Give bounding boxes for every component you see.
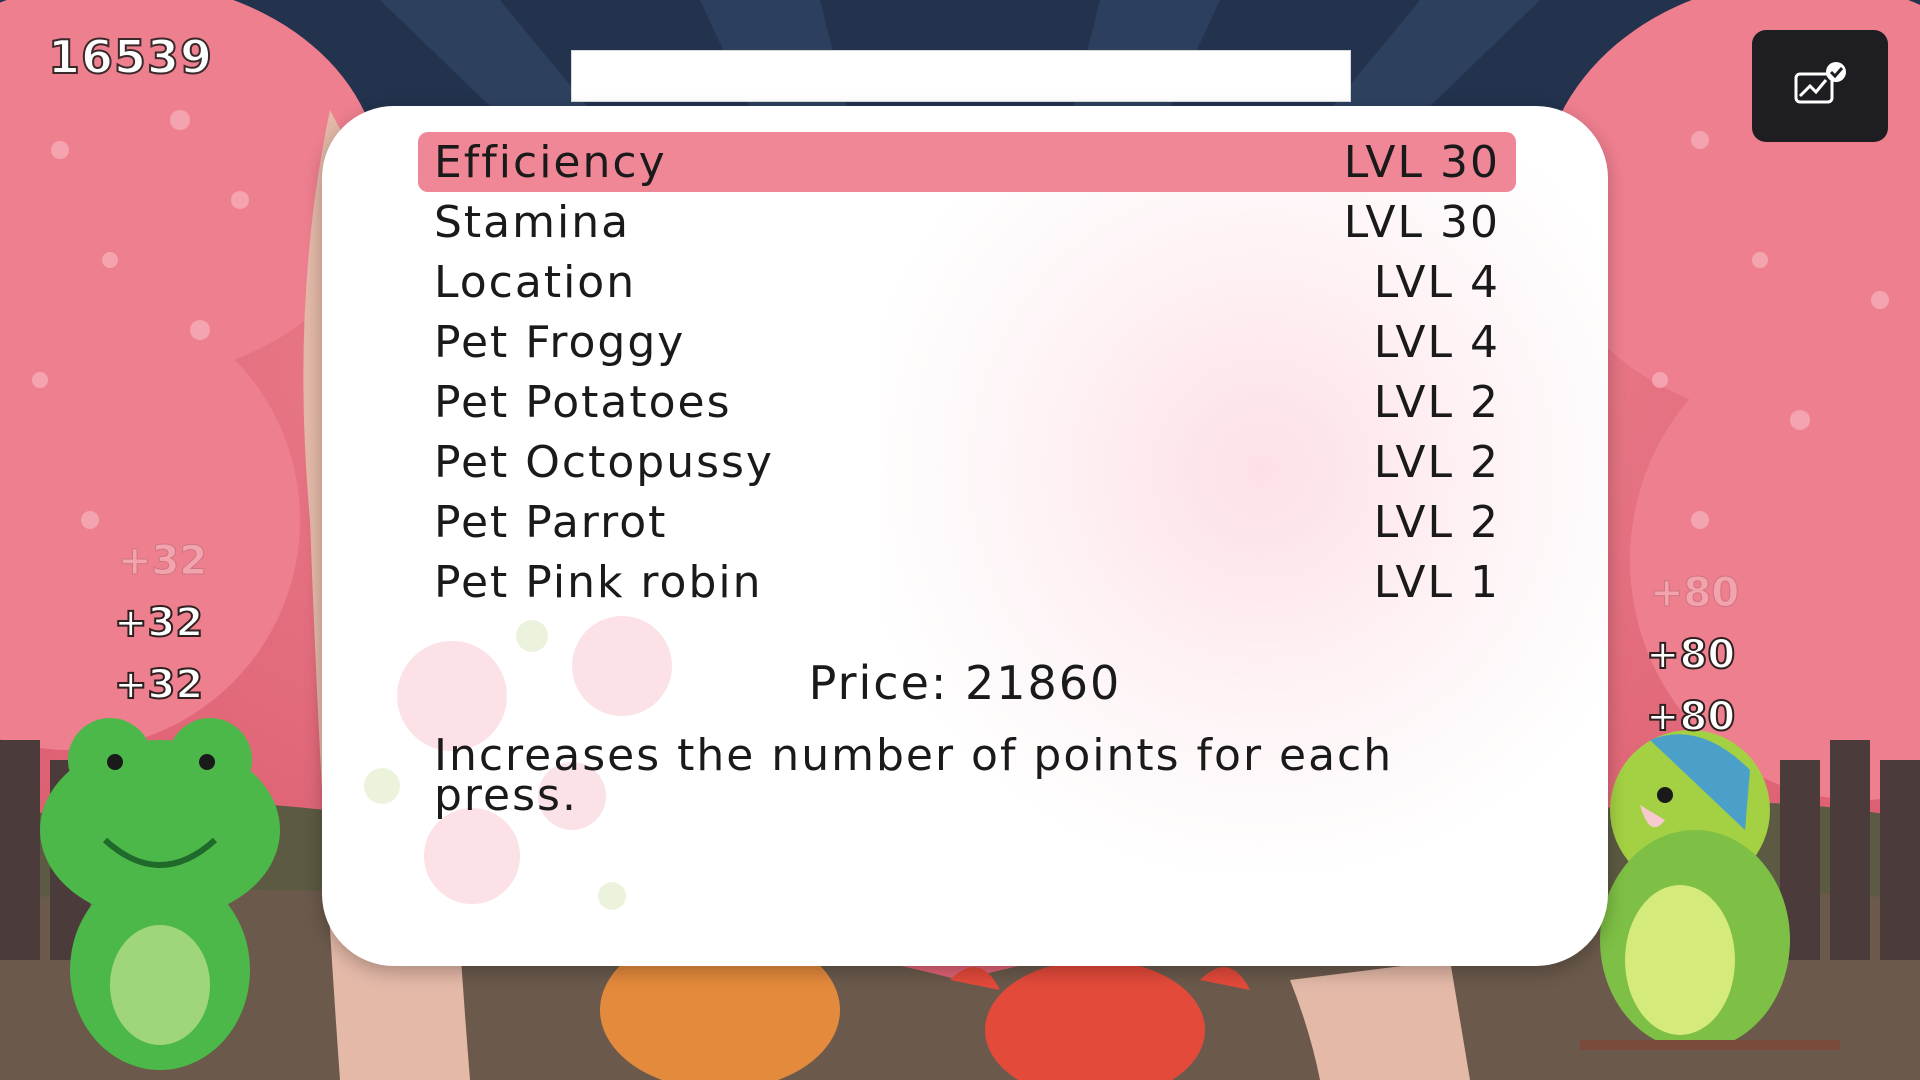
upgrade-level: LVL 30 bbox=[1343, 136, 1500, 188]
score-popup: +80 bbox=[1649, 570, 1740, 617]
upgrade-level: LVL 4 bbox=[1373, 316, 1500, 368]
upgrade-level: LVL 2 bbox=[1373, 436, 1500, 488]
upgrade-item-stamina[interactable]: Stamina LVL 30 bbox=[418, 192, 1516, 252]
score-popup: +32 bbox=[113, 599, 204, 647]
upgrade-item-pet-pink-robin[interactable]: Pet Pink robin LVL 1 bbox=[418, 552, 1516, 612]
upgrade-level: LVL 30 bbox=[1343, 196, 1500, 248]
upgrade-name: Stamina bbox=[434, 196, 631, 248]
upgrade-name: Pet Pink robin bbox=[434, 556, 763, 608]
upgrade-name: Efficiency bbox=[434, 136, 667, 188]
score-popup: +80 bbox=[1645, 693, 1736, 741]
progress-bar bbox=[571, 50, 1351, 102]
score-popup: +80 bbox=[1645, 631, 1736, 679]
upgrade-level: LVL 1 bbox=[1373, 556, 1500, 608]
upgrade-list: Efficiency LVL 30 Stamina LVL 30 Locatio… bbox=[418, 132, 1516, 612]
upgrade-item-pet-potatoes[interactable]: Pet Potatoes LVL 2 bbox=[418, 372, 1516, 432]
upgrade-name: Location bbox=[434, 256, 637, 308]
upgrade-level: LVL 2 bbox=[1373, 376, 1500, 428]
game-scene: 16539 +32 +32 +32 +80 +80 +80 Efficiency… bbox=[0, 0, 1920, 1080]
score-popup: +32 bbox=[113, 661, 204, 709]
score-counter: 16539 bbox=[47, 29, 214, 85]
upgrade-panel: Efficiency LVL 30 Stamina LVL 30 Locatio… bbox=[322, 106, 1608, 966]
upgrade-description: Increases the number of points for each … bbox=[434, 730, 1394, 821]
upgrade-item-location[interactable]: Location LVL 4 bbox=[418, 252, 1516, 312]
upgrade-item-pet-froggy[interactable]: Pet Froggy LVL 4 bbox=[418, 312, 1516, 372]
upgrade-name: Pet Octopussy bbox=[434, 436, 774, 488]
upgrade-name: Pet Parrot bbox=[434, 496, 668, 548]
upgrade-item-pet-parrot[interactable]: Pet Parrot LVL 2 bbox=[418, 492, 1516, 552]
stats-check-icon bbox=[1794, 62, 1846, 104]
upgrade-level: LVL 4 bbox=[1373, 256, 1500, 308]
upgrade-level: LVL 2 bbox=[1373, 496, 1500, 548]
upgrade-item-efficiency[interactable]: Efficiency LVL 30 bbox=[418, 132, 1516, 192]
upgrade-name: Pet Potatoes bbox=[434, 376, 732, 428]
upgrade-item-pet-octopussy[interactable]: Pet Octopussy LVL 2 bbox=[418, 432, 1516, 492]
upgrade-price: Price: 21860 bbox=[808, 656, 1122, 710]
stats-button[interactable] bbox=[1752, 30, 1888, 142]
upgrade-name: Pet Froggy bbox=[434, 316, 686, 368]
score-popup: +32 bbox=[117, 538, 208, 585]
